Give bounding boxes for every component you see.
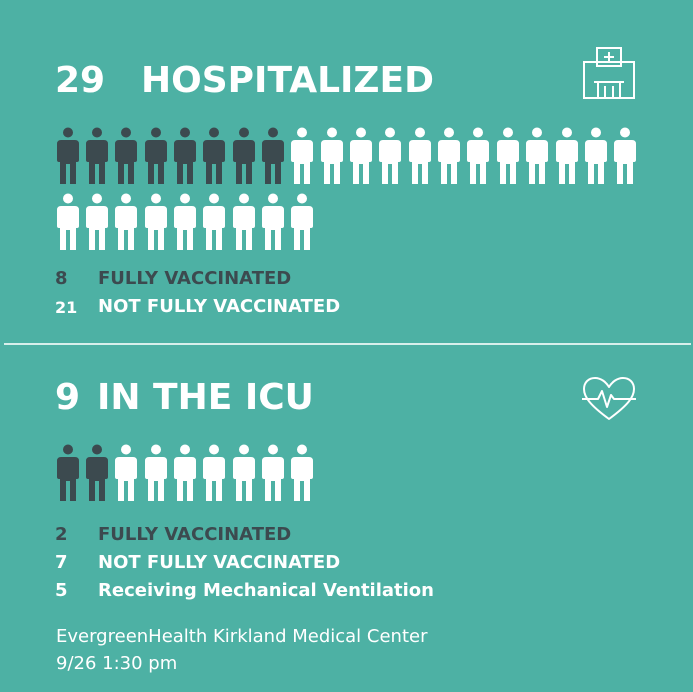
hospitalized-title: HOSPITALIZED [141,60,434,101]
timestamp: 9/26 1:30 pm [56,653,178,674]
person-not-vaccinated-icon [112,444,141,502]
person-not-vaccinated-icon [434,127,463,185]
person-vaccinated-icon [82,127,111,185]
stat-label: NOT FULLY VACCINATED [98,552,341,573]
stat-number: 8 [55,268,68,289]
person-not-vaccinated-icon [376,127,405,185]
hospitalized-people-row-1 [53,127,640,185]
person-not-vaccinated-icon [200,193,229,251]
person-not-vaccinated-icon [552,127,581,185]
person-not-vaccinated-icon [288,444,317,502]
person-not-vaccinated-icon [141,193,170,251]
person-not-vaccinated-icon [200,444,229,502]
person-not-vaccinated-icon [317,127,346,185]
person-not-vaccinated-icon [405,127,434,185]
stat-number: 5 [55,580,68,601]
source-label: EvergreenHealth Kirkland Medical Center [56,626,428,647]
stat-label: FULLY VACCINATED [98,524,292,545]
person-not-vaccinated-icon [229,444,258,502]
stat-number: 2 [55,524,68,545]
person-not-vaccinated-icon [258,444,287,502]
icu-title: IN THE ICU [97,377,314,418]
person-vaccinated-icon [112,127,141,185]
person-vaccinated-icon [229,127,258,185]
person-vaccinated-icon [141,127,170,185]
hospitalized-count: 29 [55,60,106,101]
person-not-vaccinated-icon [288,127,317,185]
stat-label: NOT FULLY VACCINATED [98,296,341,317]
person-vaccinated-icon [200,127,229,185]
person-vaccinated-icon [82,444,111,502]
person-not-vaccinated-icon [493,127,522,185]
person-not-vaccinated-icon [258,193,287,251]
hospital-icon [580,44,638,106]
stat-label: FULLY VACCINATED [98,268,292,289]
person-not-vaccinated-icon [82,193,111,251]
person-not-vaccinated-icon [464,127,493,185]
icu-count: 9 [55,377,81,418]
stat-label: Receiving Mechanical Ventilation [98,580,434,601]
person-vaccinated-icon [53,127,82,185]
person-not-vaccinated-icon [581,127,610,185]
heart-pulse-icon [580,375,638,427]
person-vaccinated-icon [170,127,199,185]
person-not-vaccinated-icon [170,193,199,251]
section-divider [4,343,691,345]
person-not-vaccinated-icon [170,444,199,502]
hospitalized-people-row-2 [53,193,317,251]
person-not-vaccinated-icon [141,444,170,502]
person-not-vaccinated-icon [611,127,640,185]
person-not-vaccinated-icon [523,127,552,185]
stat-number: 21 [55,298,78,317]
icu-people-row [53,444,317,502]
stat-number: 7 [55,552,68,573]
person-not-vaccinated-icon [288,193,317,251]
person-not-vaccinated-icon [112,193,141,251]
person-vaccinated-icon [258,127,287,185]
person-not-vaccinated-icon [229,193,258,251]
person-vaccinated-icon [53,444,82,502]
person-not-vaccinated-icon [346,127,375,185]
person-not-vaccinated-icon [53,193,82,251]
